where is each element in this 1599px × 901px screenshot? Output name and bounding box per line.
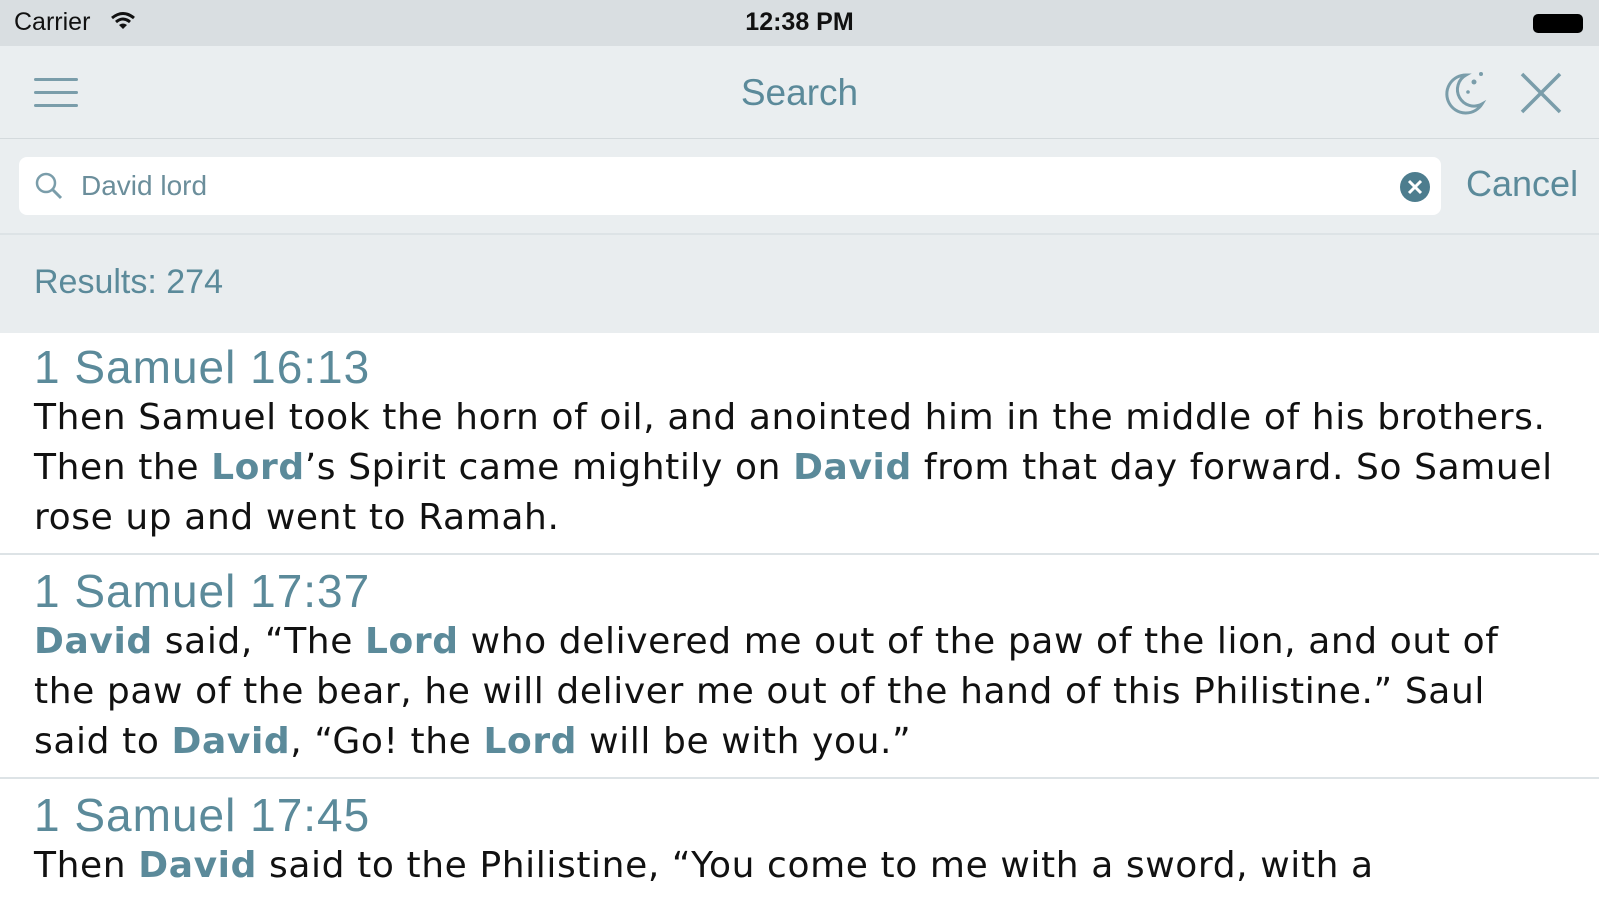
verse-reference: 1 Samuel 17:37 [34, 565, 371, 617]
verse-segment: Then [34, 845, 139, 886]
battery-icon [1533, 14, 1583, 33]
verse-segment: will be with you.” [577, 721, 912, 762]
verse-highlight: Lord [483, 721, 578, 762]
page-title: Search [740, 72, 859, 113]
verse-text: David said, “The Lord who delivered me o… [34, 617, 1565, 767]
result-item[interactable]: 1 Samuel 16:13 Then Samuel took the horn… [0, 331, 1599, 555]
verse-segment: , “Go! the [290, 721, 484, 762]
verse-segment: said, “The [152, 621, 366, 662]
verse-highlight: Lord [365, 621, 459, 662]
result-item[interactable]: 1 Samuel 17:37 David said, “The Lord who… [0, 555, 1599, 779]
verse-highlight: David [793, 447, 912, 488]
verse-reference: 1 Samuel 17:45 [34, 789, 371, 841]
search-bar: Cancel [0, 139, 1599, 233]
verse-text: Then Samuel took the horn of oil, and an… [34, 393, 1565, 543]
search-icon [34, 171, 64, 206]
result-item[interactable]: 1 Samuel 17:45 Then David said to the Ph… [0, 779, 1599, 901]
verse-highlight: David [138, 845, 257, 886]
verse-segment: said to the Philistine, “You come to me … [256, 845, 1374, 886]
status-bar: Carrier 12:38 PM [0, 0, 1599, 46]
results-count: Results: 274 [34, 263, 223, 301]
verse-segment: ’s Spirit came mightily on [304, 447, 794, 488]
search-field[interactable] [19, 157, 1441, 215]
verse-text: Then David said to the Philistine, “You … [34, 841, 1565, 891]
clear-search-icon[interactable] [1399, 171, 1431, 208]
verse-highlight: David [171, 721, 291, 762]
verse-reference: 1 Samuel 16:13 [34, 341, 371, 393]
verse-highlight: Lord [211, 447, 305, 488]
results-header: Results: 274 [0, 233, 1599, 333]
status-time: 12:38 PM [745, 8, 854, 36]
navigation-bar: Search [0, 46, 1599, 139]
results-list: 1 Samuel 16:13 Then Samuel took the horn… [0, 331, 1599, 901]
verse-highlight: David [34, 621, 153, 662]
cancel-button[interactable]: Cancel [1466, 163, 1578, 205]
search-input[interactable] [81, 157, 1351, 215]
close-icon[interactable] [1520, 72, 1562, 119]
night-mode-icon[interactable] [1438, 70, 1488, 121]
